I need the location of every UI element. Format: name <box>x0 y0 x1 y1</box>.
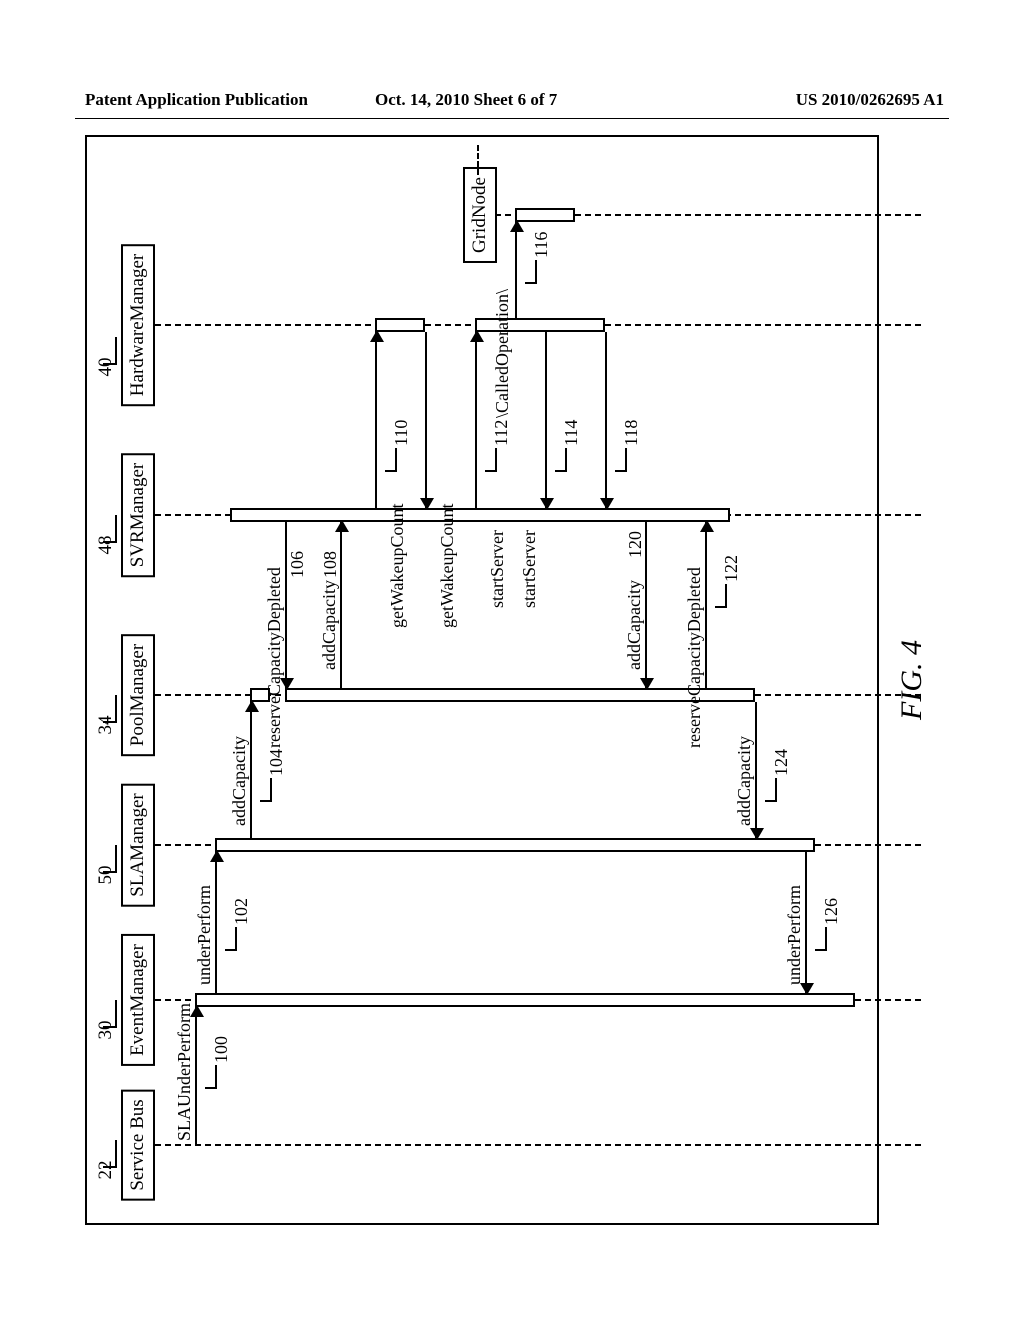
activation-eventmanager <box>195 993 855 1007</box>
msg-110-label: getWakeupCount <box>387 503 408 628</box>
msg-100-ref: 100 <box>211 1036 232 1063</box>
activation-slamanager <box>215 838 815 852</box>
msg-122-ref: 122 <box>721 555 742 582</box>
msg-102-reflead <box>225 927 237 951</box>
sequence-diagram: 22 Service Bus 30 EventManager 50 SLAMan… <box>85 135 939 1225</box>
lifeline-servicebus <box>155 1144 921 1146</box>
msg-112: startServer 112 <box>475 332 477 508</box>
msg-116-label: \CalledOperation\ <box>492 289 513 418</box>
msg-126-reflead <box>815 927 827 951</box>
msg-104-label: addCapacity <box>229 736 250 826</box>
header-left: Patent Application Publication <box>85 90 308 110</box>
head-svrmanager: SVRManager <box>121 453 155 577</box>
activation-svrmanager <box>230 508 730 522</box>
msg-116-reflead <box>525 260 537 284</box>
msg-114: startServer 114 <box>545 332 547 508</box>
figure-caption: FIG. 4 <box>895 135 929 1225</box>
msg-122: reserveCapacityDepleted 122 <box>705 522 707 688</box>
msg-126: underPerform 126 <box>805 852 807 993</box>
msg-106-label: reserveCapacityDepleted <box>264 567 285 748</box>
msg-112-label: startServer <box>487 530 508 608</box>
head-poolmanager: PoolManager <box>121 634 155 756</box>
msg-102-label: underPerform <box>194 885 215 985</box>
header-mid: Oct. 14, 2010 Sheet 6 of 7 <box>375 90 557 110</box>
diagram-frame <box>85 135 879 1225</box>
msg-118-ref: 118 <box>621 420 642 446</box>
msg-114-reflead <box>555 448 567 472</box>
msg-126-label: underPerform <box>784 885 805 985</box>
msg-114-ref: 114 <box>561 420 582 446</box>
reflead-poolmanager <box>103 695 117 723</box>
gridnode-entry-dash <box>477 145 479 175</box>
msg-111: getWakeupCount <box>425 332 427 508</box>
msg-116: \CalledOperation\ 116 <box>515 222 517 318</box>
reflead-servicebus <box>103 1140 117 1168</box>
reflead-svrmanager <box>103 515 117 543</box>
msg-124-label: addCapacity <box>734 736 755 826</box>
msg-120-ref: 120 <box>625 531 646 558</box>
msg-116-ref: 116 <box>531 232 552 258</box>
head-eventmanager: EventManager <box>121 934 155 1066</box>
msg-124-reflead <box>765 778 777 802</box>
msg-118: 118 <box>605 332 607 508</box>
msg-122-label: reserveCapacityDepleted <box>684 567 705 748</box>
msg-100: SLAUnderPerform 100 <box>195 1007 197 1145</box>
header-rule <box>75 118 949 119</box>
header-right: US 2010/0262695 A1 <box>796 90 944 110</box>
msg-122-reflead <box>715 584 727 608</box>
msg-114-label: startServer <box>519 530 540 608</box>
msg-112-ref: 112 <box>491 420 512 446</box>
msg-104-ref: 104 <box>266 749 287 776</box>
reflead-eventmanager <box>103 1000 117 1028</box>
msg-104: addCapacity 104 <box>250 702 252 838</box>
msg-110: getWakeupCount 110 <box>375 332 377 508</box>
msg-104-reflead <box>260 778 272 802</box>
figure-page: 22 Service Bus 30 EventManager 50 SLAMan… <box>85 135 939 1225</box>
reflead-hwmanager <box>103 337 117 365</box>
msg-126-ref: 126 <box>821 898 842 925</box>
msg-112-reflead <box>485 448 497 472</box>
msg-106: reserveCapacityDepleted 106 <box>285 522 287 688</box>
msg-102-ref: 102 <box>231 898 252 925</box>
msg-120: addCapacity 120 <box>645 522 647 688</box>
msg-108-label: addCapacity <box>319 580 340 670</box>
msg-120-label: addCapacity <box>624 580 645 670</box>
msg-100-reflead <box>205 1065 217 1089</box>
msg-108-ref: 108 <box>320 551 341 578</box>
msg-102: underPerform 102 <box>215 852 217 993</box>
msg-124-ref: 124 <box>771 749 792 776</box>
msg-111-label: getWakeupCount <box>437 503 458 628</box>
head-hwmanager: HardwareManager <box>121 244 155 406</box>
msg-118-reflead <box>615 448 627 472</box>
msg-108: addCapacity 108 <box>340 522 342 688</box>
msg-100-label: SLAUnderPerform <box>174 1003 195 1141</box>
head-servicebus: Service Bus <box>121 1089 155 1200</box>
msg-110-reflead <box>385 448 397 472</box>
msg-110-ref: 110 <box>391 420 412 446</box>
reflead-slamanager <box>103 845 117 873</box>
msg-106-ref: 106 <box>287 551 308 578</box>
activation-gridnode <box>515 208 575 222</box>
msg-124: addCapacity 124 <box>755 702 757 838</box>
head-slamanager: SLAManager <box>121 783 155 906</box>
head-gridnode: GridNode <box>463 167 497 263</box>
